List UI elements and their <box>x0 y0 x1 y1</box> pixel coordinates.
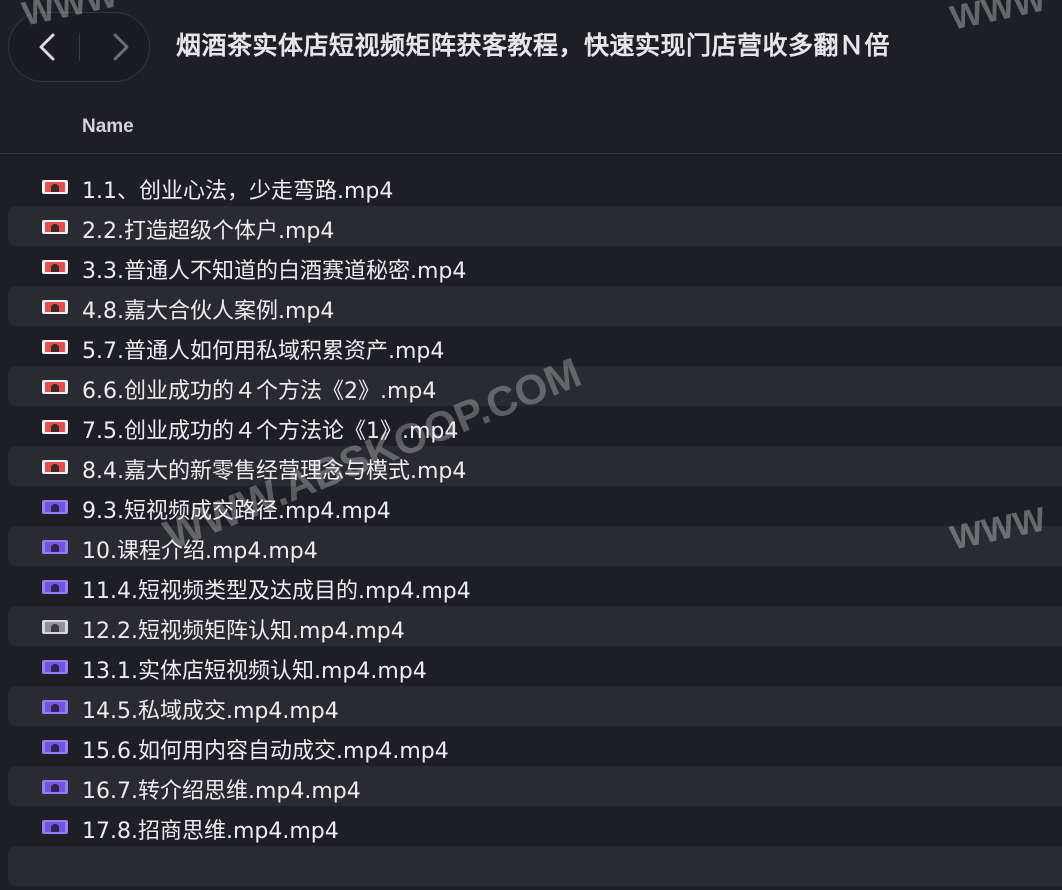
file-row[interactable]: 6.6.创业成功的４个方法《2》.mp4 <box>8 366 1062 406</box>
file-row[interactable]: 14.5.私域成交.mp4.mp4 <box>8 686 1062 726</box>
chevron-right-icon <box>113 33 129 61</box>
video-file-icon <box>42 500 68 514</box>
toolbar: 烟酒茶实体店短视频矩阵获客教程，快速实现门店营收多翻Ｎ倍 <box>0 0 1062 100</box>
back-button[interactable] <box>11 13 81 81</box>
file-row[interactable]: 13.1.实体店短视频认知.mp4.mp4 <box>8 646 1062 686</box>
video-file-icon <box>42 540 68 554</box>
video-file-icon <box>42 380 68 394</box>
file-row[interactable]: 12.2.短视频矩阵认知.mp4.mp4 <box>8 606 1062 646</box>
navigation-buttons <box>8 12 150 82</box>
file-name: 7.5.创业成功的４个方法论《1》.mp4 <box>82 419 459 444</box>
file-name: 10.课程介绍.mp4.mp4 <box>82 539 318 564</box>
file-row[interactable]: 11.4.短视频类型及达成目的.mp4.mp4 <box>8 566 1062 606</box>
video-file-icon <box>42 460 68 474</box>
video-file-icon <box>42 420 68 434</box>
video-file-icon <box>42 820 68 834</box>
file-row[interactable]: 1.1、创业心法，少走弯路.mp4 <box>8 166 1062 206</box>
file-row[interactable]: 4.8.嘉大合伙人案例.mp4 <box>8 286 1062 326</box>
file-name: 8.4.嘉大的新零售经营理念与模式.mp4 <box>82 459 467 484</box>
window-title: 烟酒茶实体店短视频矩阵获客教程，快速实现门店营收多翻Ｎ倍 <box>176 31 891 60</box>
video-file-icon <box>42 340 68 354</box>
video-file-icon <box>42 780 68 794</box>
name-column-header[interactable]: Name <box>82 116 134 138</box>
file-row[interactable]: 16.7.转介绍思维.mp4.mp4 <box>8 766 1062 806</box>
chevron-left-icon <box>39 33 55 61</box>
file-list: 1.1、创业心法，少走弯路.mp4 2.2.打造超级个体户.mp4 3.3.普通人不… <box>0 166 1062 886</box>
file-row[interactable]: 8.4.嘉大的新零售经营理念与模式.mp4 <box>8 446 1062 486</box>
file-row[interactable]: 9.3.短视频成交路径.mp4.mp4 <box>8 486 1062 526</box>
video-file-icon <box>42 580 68 594</box>
file-name: 14.5.私域成交.mp4.mp4 <box>82 699 339 724</box>
video-file-icon <box>42 220 68 234</box>
file-row[interactable]: 17.8.招商思维.mp4.mp4 <box>8 806 1062 846</box>
file-name: 5.7.普通人如何用私域积累资产.mp4 <box>82 339 445 364</box>
file-name: 9.3.短视频成交路径.mp4.mp4 <box>82 499 391 524</box>
file-row[interactable]: 7.5.创业成功的４个方法论《1》.mp4 <box>8 406 1062 446</box>
column-header: Name <box>0 100 1062 154</box>
file-row[interactable]: 15.6.如何用内容自动成交.mp4.mp4 <box>8 726 1062 766</box>
file-row[interactable]: 2.2.打造超级个体户.mp4 <box>8 206 1062 246</box>
file-row[interactable]: 5.7.普通人如何用私域积累资产.mp4 <box>8 326 1062 366</box>
file-name: 15.6.如何用内容自动成交.mp4.mp4 <box>82 739 449 764</box>
file-name: 12.2.短视频矩阵认知.mp4.mp4 <box>82 619 405 644</box>
file-name: 6.6.创业成功的４个方法《2》.mp4 <box>82 379 437 404</box>
file-name: 3.3.普通人不知道的白酒赛道秘密.mp4 <box>82 259 467 284</box>
video-file-icon <box>42 300 68 314</box>
file-row[interactable]: 3.3.普通人不知道的白酒赛道秘密.mp4 <box>8 246 1062 286</box>
empty-row <box>8 846 1062 886</box>
video-file-icon <box>42 660 68 674</box>
video-file-icon <box>42 620 68 634</box>
video-file-icon <box>42 740 68 754</box>
file-name: 2.2.打造超级个体户.mp4 <box>82 219 335 244</box>
file-name: 17.8.招商思维.mp4.mp4 <box>82 819 339 844</box>
video-file-icon <box>42 260 68 274</box>
video-file-icon <box>42 700 68 714</box>
forward-button[interactable] <box>79 13 149 81</box>
file-name: 13.1.实体店短视频认知.mp4.mp4 <box>82 659 427 684</box>
file-name: 4.8.嘉大合伙人案例.mp4 <box>82 299 335 324</box>
file-name: 11.4.短视频类型及达成目的.mp4.mp4 <box>82 579 471 604</box>
file-name: 16.7.转介绍思维.mp4.mp4 <box>82 779 361 804</box>
video-file-icon <box>42 180 68 194</box>
file-name: 1.1、创业心法，少走弯路.mp4 <box>82 179 394 204</box>
file-row[interactable]: 10.课程介绍.mp4.mp4 <box>8 526 1062 566</box>
